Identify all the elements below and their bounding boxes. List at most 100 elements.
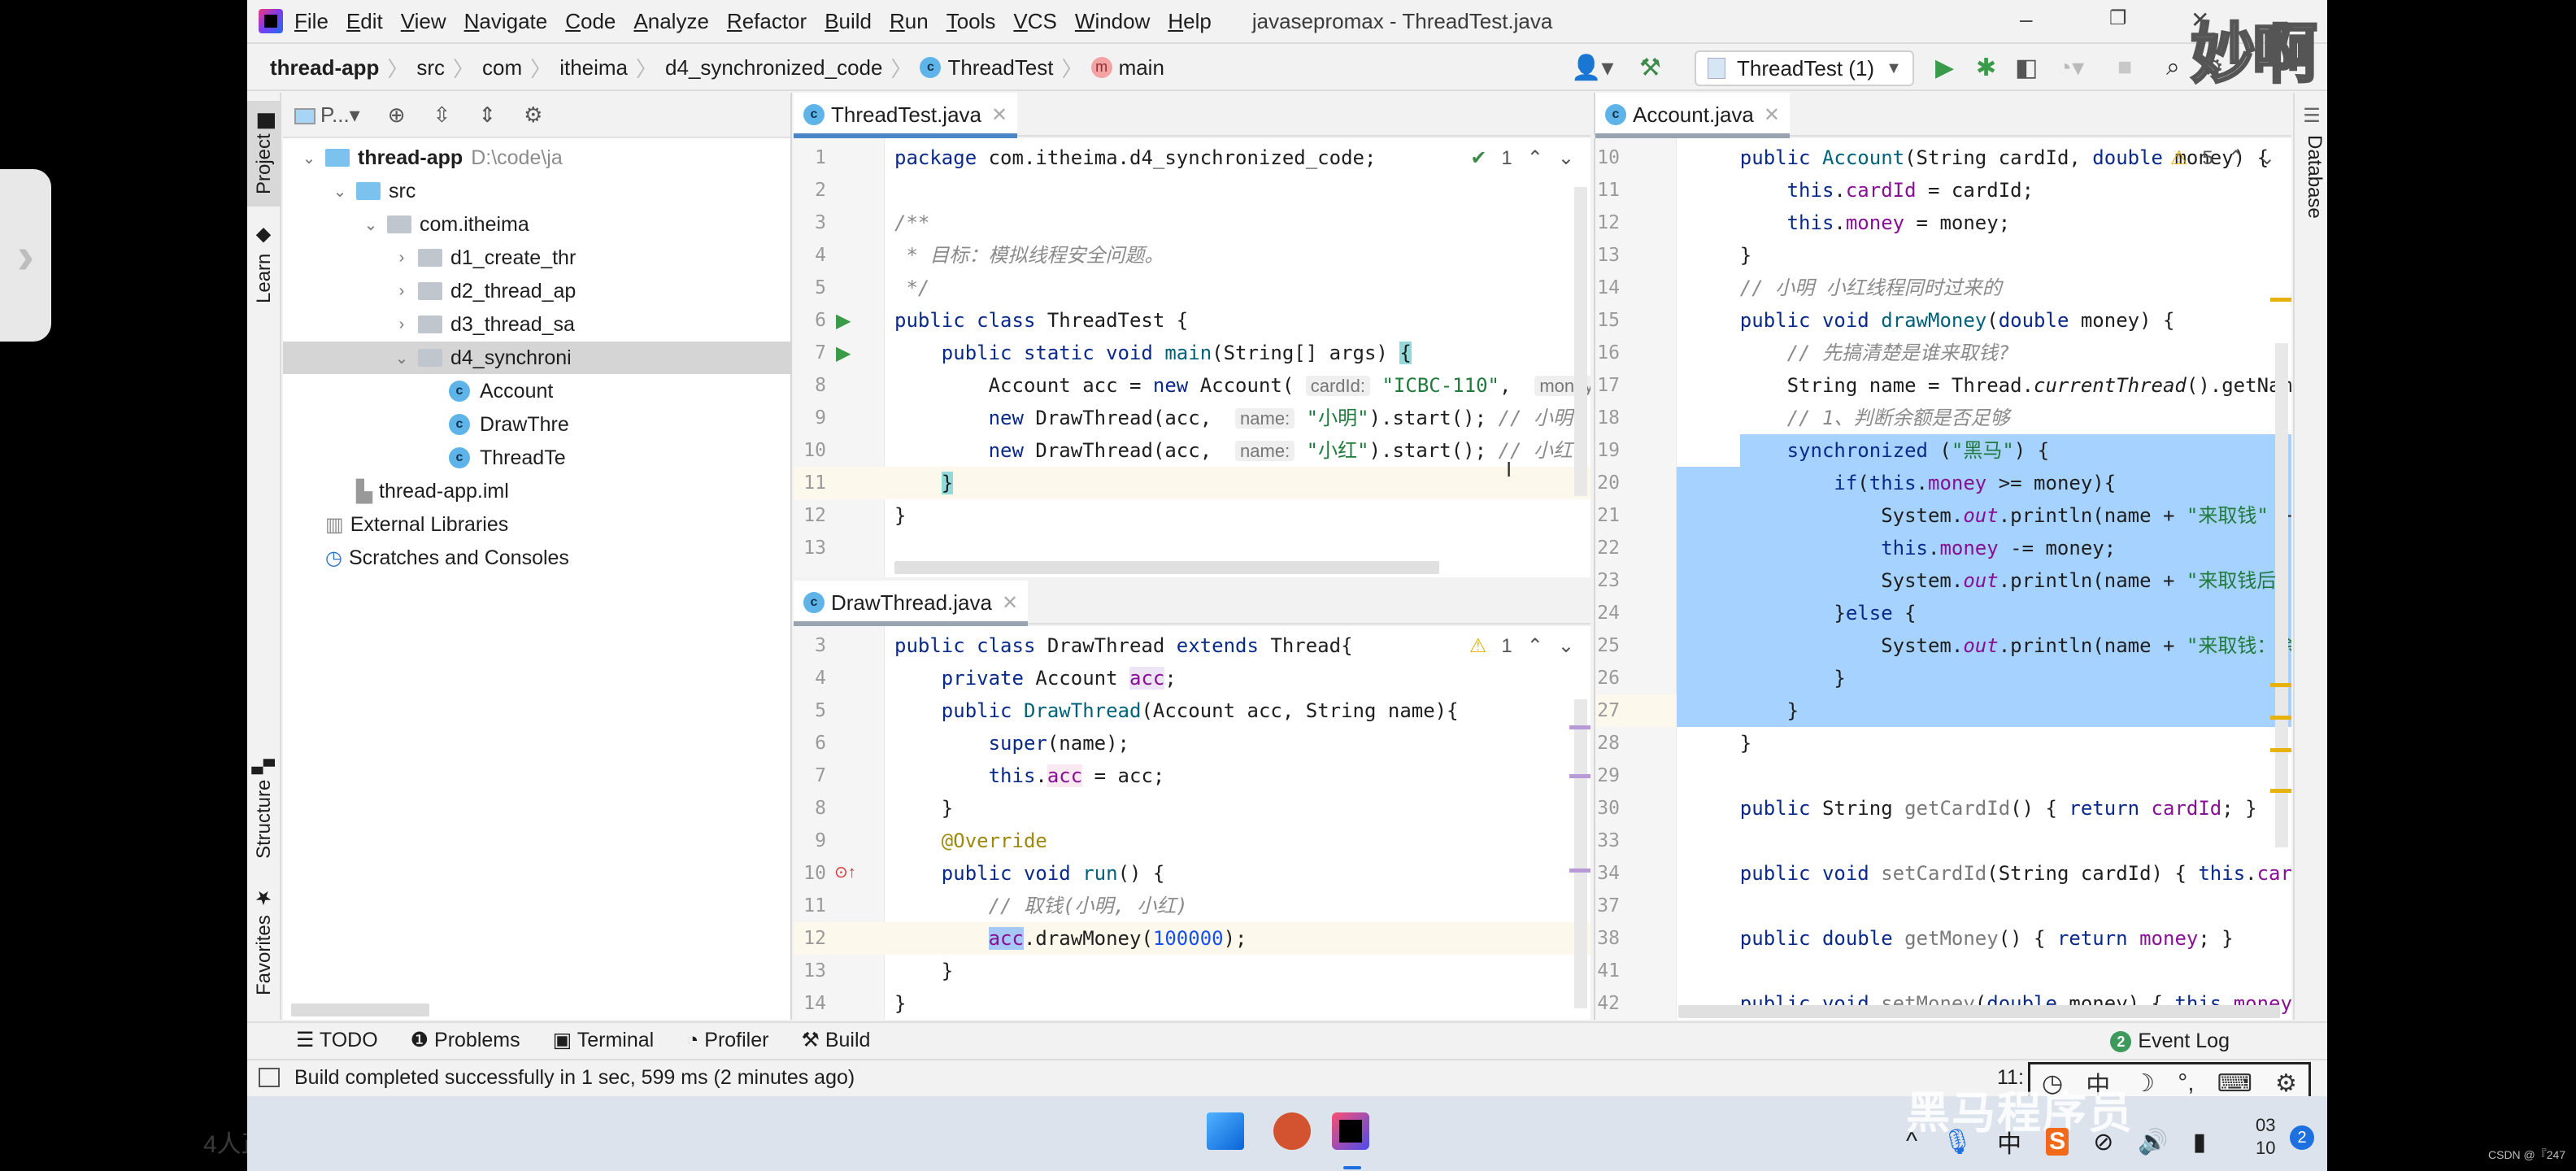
tree-item[interactable]: ◷ Scratches and Consoles <box>283 542 792 574</box>
show-hidden-icons-chevron-up-icon[interactable]: ^ <box>1906 1128 1917 1156</box>
code-line[interactable]: 11 // 取钱(小明, 小红) <box>794 890 1590 922</box>
code-line[interactable]: 10 new DrawThread(acc, name: "小红").start… <box>794 434 1590 467</box>
chevron-right-icon[interactable]: › <box>392 249 411 268</box>
tree-item[interactable]: ⌄ com.itheima <box>283 208 792 241</box>
code-line[interactable]: 12 acc.drawMoney(100000); <box>794 922 1590 955</box>
tool-problems[interactable]: ❶ Problems <box>411 1028 520 1052</box>
settings-gear-icon[interactable]: ⚙ <box>2202 54 2224 82</box>
code-line[interactable]: 5 public DrawThread(Account acc, String … <box>794 694 1590 727</box>
code-line[interactable]: 13 } <box>794 955 1590 987</box>
tree-item[interactable]: › d1_create_thr <box>283 242 792 274</box>
project-view-selector[interactable]: P...▾ <box>294 102 360 128</box>
project-hscrollbar[interactable] <box>291 1003 429 1016</box>
menu-edit[interactable]: Edit <box>346 9 383 34</box>
code-line[interactable]: 12} <box>794 499 1590 532</box>
warning-stripe-marker[interactable] <box>2270 298 2291 302</box>
tree-item[interactable]: › d2_thread_ap <box>283 275 792 307</box>
editor-vscrollbar[interactable] <box>1574 187 1587 496</box>
chevron-right-icon[interactable]: › <box>392 282 411 301</box>
code-line[interactable]: 33 <box>1595 825 2291 857</box>
menu-code[interactable]: Code <box>565 9 616 34</box>
run-gutter-icon[interactable]: ▶ <box>836 342 851 365</box>
gear-icon[interactable]: ⚙ <box>2275 1069 2297 1098</box>
sogou-icon[interactable]: S <box>2046 1128 2069 1156</box>
tree-item[interactable]: ⌄ src <box>283 175 792 207</box>
tab-account[interactable]: c Account.java ✕ <box>1595 93 1790 138</box>
moon-icon[interactable]: ☽ <box>2133 1069 2155 1098</box>
inspection-widget[interactable]: ✔ 1 ⌃ ⌄ <box>1470 146 1574 170</box>
editor-vscrollbar[interactable] <box>1574 699 1587 1008</box>
next-problem-chevron-down-icon[interactable]: ⌄ <box>1558 634 1574 658</box>
collapse-all-icon[interactable]: ⇕ <box>478 102 496 128</box>
warning-stripe-marker[interactable] <box>2270 748 2291 752</box>
code-line[interactable]: 8 } <box>794 792 1590 825</box>
editor-threadtest[interactable]: 1 package com.itheima.d4_synchronized_cod… <box>794 138 1590 577</box>
tool-tab-favorites[interactable]: Favorites ★ <box>250 880 278 1002</box>
editor-hscrollbar[interactable] <box>1678 1005 2280 1018</box>
menu-help[interactable]: Help <box>1168 9 1211 34</box>
menu-window[interactable]: Window <box>1075 9 1150 34</box>
run-icon[interactable]: ▶ <box>1935 54 1954 82</box>
menu-view[interactable]: View <box>401 9 446 34</box>
previous-problem-chevron-up-icon[interactable]: ⌃ <box>1527 634 1543 658</box>
network-icon[interactable]: ⊘ <box>2093 1128 2113 1156</box>
taskbar-clock[interactable]: 03 10 <box>2256 1114 2275 1160</box>
warning-stripe-marker[interactable] <box>1569 774 1590 778</box>
toggle-tool-windows-icon[interactable] <box>259 1068 280 1087</box>
tool-tab-database[interactable]: Database <box>2298 135 2326 219</box>
editor-account[interactable]: 10 public Account(String cardId, double … <box>1594 138 2291 1020</box>
breadcrumb-item[interactable]: c ThreadTest <box>920 55 1054 81</box>
code-line[interactable]: 41 <box>1595 955 2291 987</box>
chevron-down-icon[interactable]: ⌄ <box>361 215 381 235</box>
code-line[interactable]: 6 super(name); <box>794 727 1590 760</box>
inspection-widget[interactable]: ⚠ 1 ⌃ ⌄ <box>1469 634 1574 658</box>
coverage-icon[interactable]: ◧ <box>2015 54 2038 82</box>
volume-icon[interactable]: 🔊 <box>2138 1128 2168 1156</box>
code-line[interactable]: 5 */ <box>794 272 1590 304</box>
code-line[interactable]: 4 * 目标：模拟线程安全问题。 <box>794 239 1590 272</box>
menu-vcs[interactable]: VCS <box>1013 9 1056 34</box>
chevron-right-icon[interactable]: › <box>392 316 411 334</box>
warning-stripe-marker[interactable] <box>1569 725 1590 729</box>
keyboard-icon[interactable]: ⌨ <box>2217 1069 2252 1098</box>
tree-item[interactable]: ⌄ thread-app D:\code\ja <box>283 141 792 174</box>
punctuation-icon[interactable]: °, <box>2178 1069 2194 1097</box>
overrides-method-icon[interactable]: ⊙↑ <box>834 862 856 882</box>
inspection-widget[interactable]: ⚠ 5 ⌃ ⌄ <box>2170 146 2275 170</box>
panel-settings-icon[interactable]: ⚙ <box>524 102 542 128</box>
tree-item[interactable]: c ThreadTe <box>283 442 792 474</box>
editor-hscrollbar[interactable] <box>894 561 1439 574</box>
editor-drawthread[interactable]: 3 public class DrawThread extends Thread{… <box>794 626 1590 1020</box>
tab-threadtest[interactable]: c ThreadTest.java ✕ <box>794 93 1018 138</box>
code-line[interactable]: 23 System.out.println(name + "来取钱后，余额剩余：… <box>1595 564 2291 597</box>
run-configuration-select[interactable]: ThreadTest (1) ▼ <box>1695 50 1914 86</box>
menu-refactor[interactable]: Refactor <box>727 9 807 34</box>
code-line[interactable]: 15 public void drawMoney(double money) { <box>1595 304 2291 337</box>
code-line[interactable]: 29 <box>1595 760 2291 792</box>
tool-tab-learn[interactable]: Learn ◆ <box>250 220 278 309</box>
code-line[interactable]: 28 } <box>1595 727 2291 760</box>
next-problem-chevron-down-icon[interactable]: ⌄ <box>2259 146 2275 170</box>
breadcrumb-item[interactable]: itheima <box>559 55 628 81</box>
code-line[interactable]: 10 public void run() { <box>794 857 1590 890</box>
notification-badge[interactable]: 2 <box>2290 1125 2314 1150</box>
code-line[interactable]: 21 System.out.println(name + "来取钱" + mon… <box>1595 499 2291 532</box>
tool-terminal[interactable]: ▣ Terminal <box>553 1028 655 1052</box>
chevron-down-icon[interactable]: ⌄ <box>330 181 350 202</box>
breadcrumb-item[interactable]: com <box>482 55 522 81</box>
search-icon[interactable]: ⌕ <box>2166 54 2180 81</box>
code-line[interactable]: 4 private Account acc; <box>794 662 1590 694</box>
code-line[interactable]: 27 } <box>1595 694 2291 727</box>
locate-target-icon[interactable]: ⊕ <box>388 102 406 128</box>
code-line[interactable]: 37 <box>1595 890 2291 922</box>
stop-icon[interactable]: ■ <box>2117 54 2132 81</box>
previous-problem-chevron-up-icon[interactable]: ⌃ <box>2228 146 2244 170</box>
tool-build[interactable]: ⚒ Build <box>801 1028 870 1052</box>
side-panel-toggle[interactable]: › <box>0 169 51 342</box>
breadcrumb-item[interactable]: thread-app <box>270 55 379 81</box>
chevron-down-icon[interactable]: ⌄ <box>392 348 411 368</box>
intellij-taskbar-icon[interactable] <box>1332 1112 1369 1150</box>
restore-button[interactable]: ❐ <box>2109 7 2127 30</box>
menu-build[interactable]: Build <box>825 9 872 34</box>
warning-stripe-marker[interactable] <box>2270 789 2291 793</box>
